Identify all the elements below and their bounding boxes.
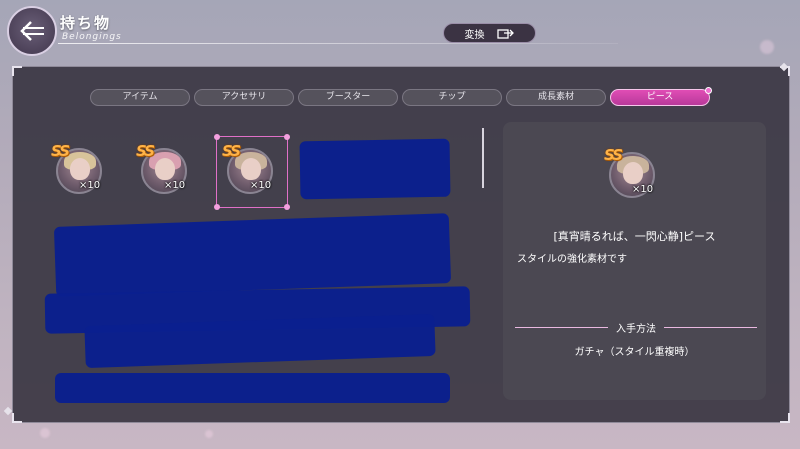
selection-frame [214, 134, 290, 210]
tab-piece[interactable]: ピース [610, 87, 712, 106]
bokeh-light [40, 428, 50, 438]
page-title-block: 持ち物 Belongings [60, 14, 200, 44]
acquire-method: ガチャ（スタイル重複時） [574, 347, 695, 358]
redaction-mark [53, 213, 452, 297]
item-description: スタイルの強化素材です [517, 254, 627, 265]
detail-item-icon: SS ×10 [604, 146, 666, 202]
acquire-title: 入手方法 [616, 323, 656, 335]
export-icon [496, 29, 514, 39]
piece-item[interactable]: SS ×10 [51, 142, 103, 196]
tab-item[interactable]: アイテム [90, 89, 190, 106]
item-name: [真宵晴るれば、一閃心静]ピース [553, 230, 716, 243]
page-title: 持ち物 [60, 14, 112, 32]
rank-badge: SS [604, 146, 623, 164]
item-quantity: ×10 [79, 180, 101, 191]
redaction-mark [299, 138, 451, 200]
header-divider [58, 43, 618, 44]
item-quantity: ×10 [632, 184, 654, 195]
tab-chip[interactable]: チップ [402, 89, 502, 106]
panel-handle [3, 406, 13, 416]
acquire-header: 入手方法 [515, 320, 757, 335]
page-subtitle: Belongings [62, 32, 122, 42]
tab-accessory[interactable]: アクセサリ [194, 89, 294, 106]
redaction-mark [55, 373, 450, 403]
category-tabs: アイテム アクセサリ ブースター チップ 成長素材 ピース [90, 87, 712, 106]
panel-corner [12, 413, 22, 423]
tab-booster[interactable]: ブースター [298, 89, 398, 106]
panel-corner [12, 66, 22, 76]
bokeh-light [205, 430, 213, 438]
piece-item[interactable]: SS ×10 [136, 142, 188, 196]
item-quantity: ×10 [164, 180, 186, 191]
back-button[interactable] [7, 6, 57, 56]
grid-scrollbar[interactable] [482, 128, 484, 188]
bokeh-light [760, 40, 774, 54]
panel-corner [780, 413, 790, 423]
rank-badge: SS [136, 142, 155, 160]
rank-badge: SS [51, 142, 70, 160]
convert-label: 変換 [464, 29, 485, 41]
convert-button[interactable]: 変換 [443, 23, 536, 43]
tab-growth-material[interactable]: 成長素材 [506, 89, 606, 106]
back-arrow-icon [20, 21, 44, 41]
